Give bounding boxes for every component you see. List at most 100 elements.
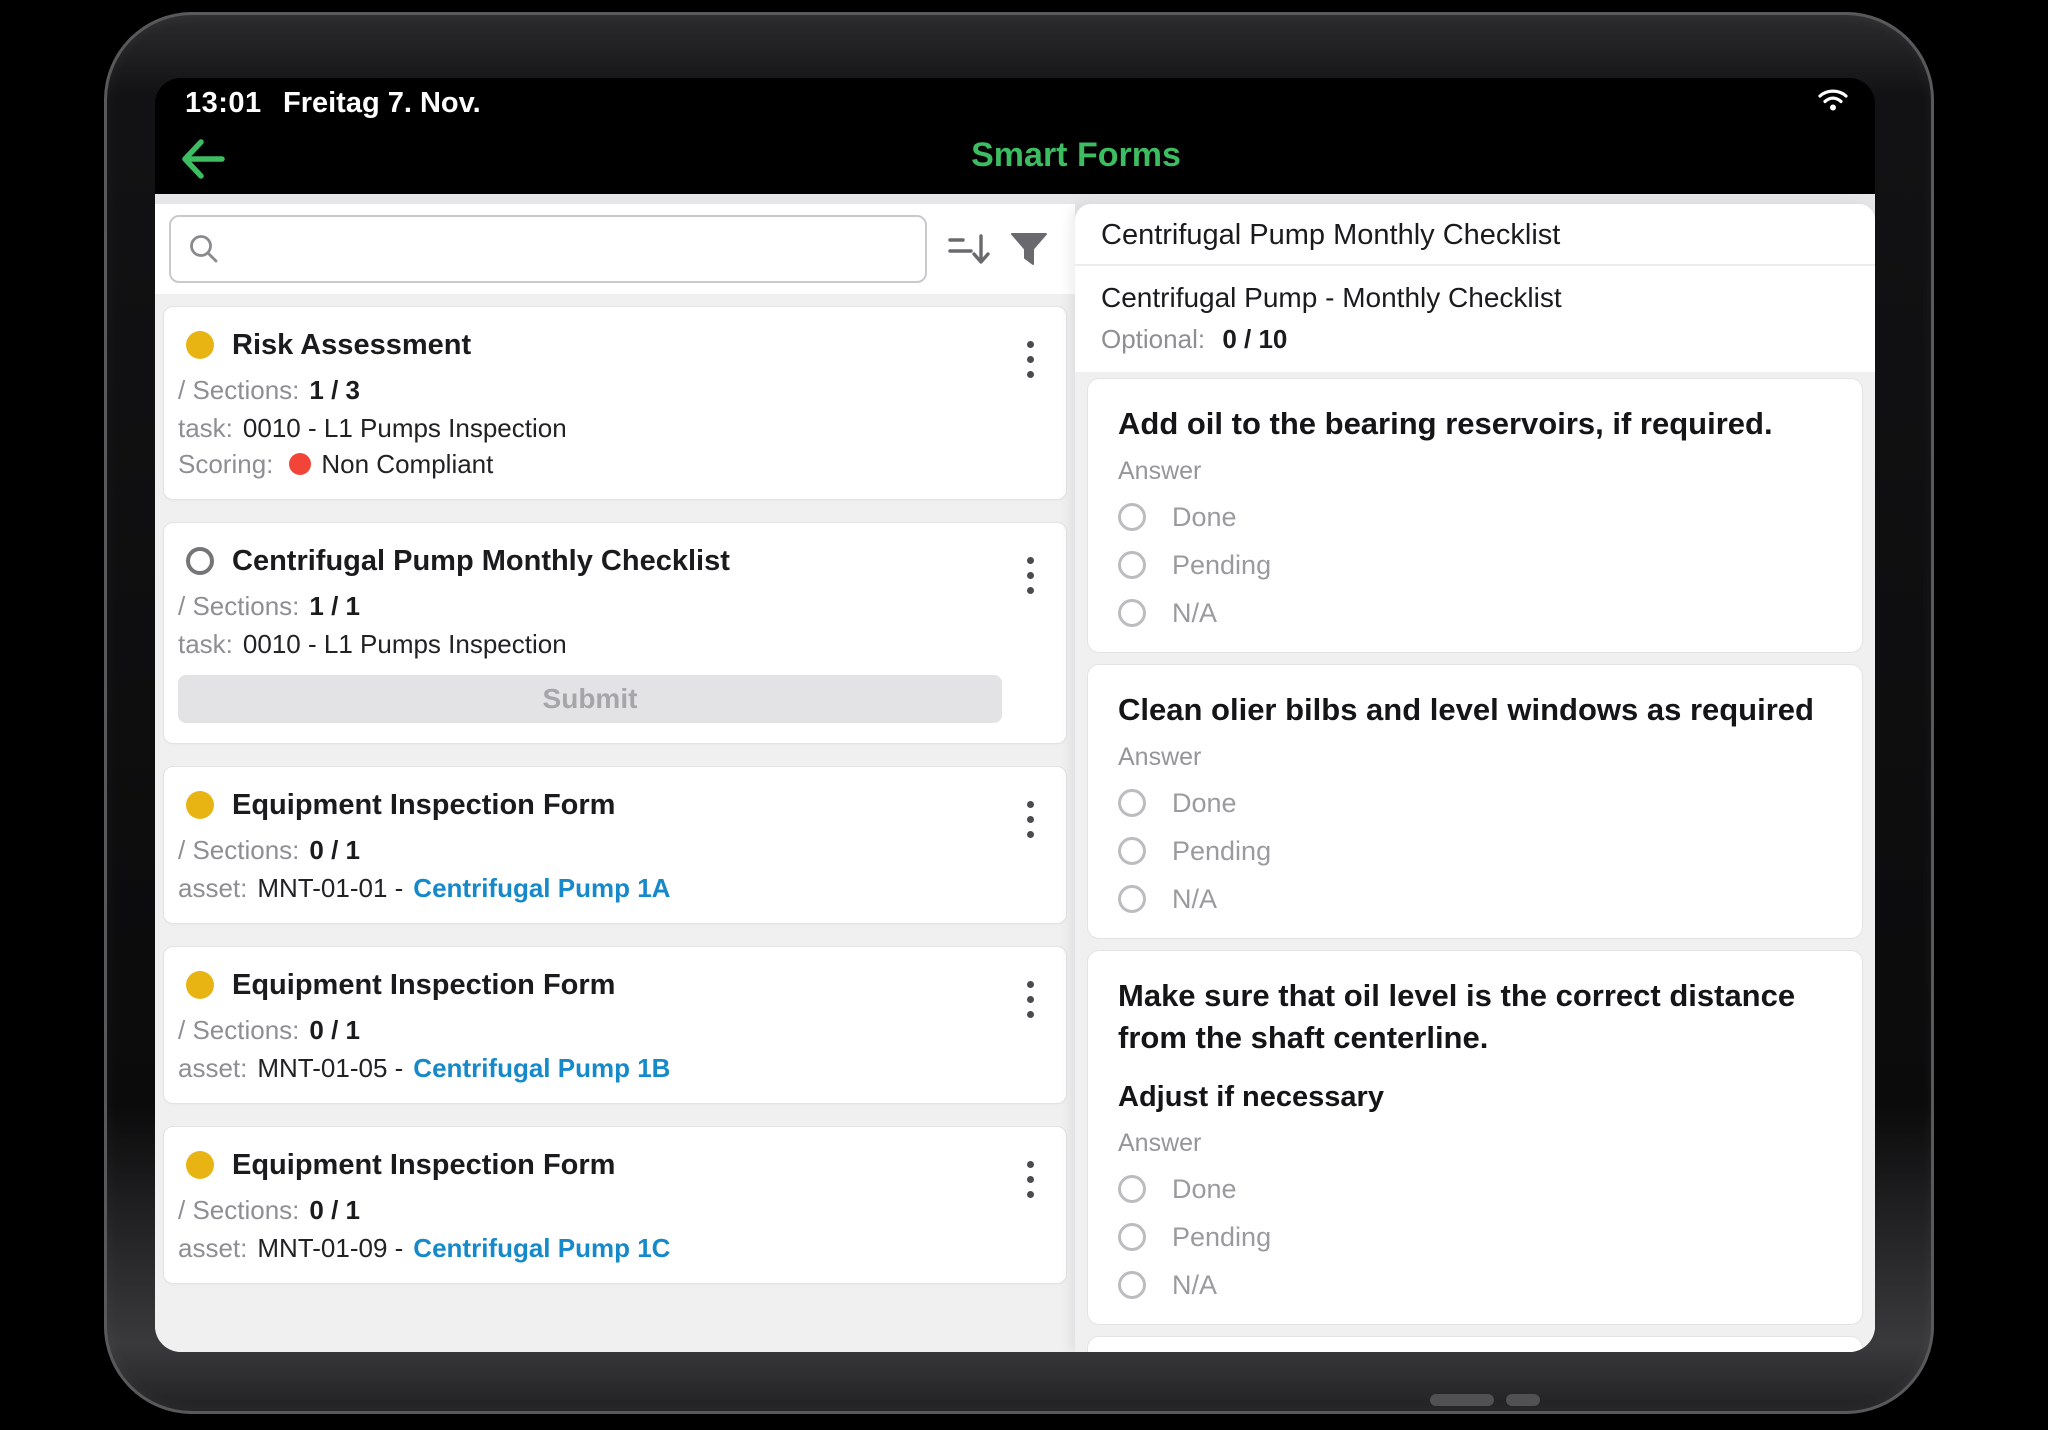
form-card-header: Equipment Inspection Form [178, 787, 1002, 823]
search-toolbar [155, 204, 1075, 294]
radio-option-done[interactable]: Done [1118, 786, 1832, 820]
radio-circle-icon[interactable] [1118, 1223, 1146, 1251]
radio-circle-icon[interactable] [1118, 599, 1146, 627]
question-title: Clean olier bilbs and level windows as r… [1118, 689, 1832, 731]
form-title: Risk Assessment [232, 329, 471, 362]
kebab-menu-button[interactable] [1012, 547, 1048, 603]
radio-circle-icon[interactable] [1118, 503, 1146, 531]
radio-option-pending[interactable]: Pending [1118, 548, 1832, 582]
radio-option-label: Pending [1172, 550, 1271, 581]
arrow-left-icon [177, 136, 229, 182]
radio-option-label: Done [1172, 788, 1237, 819]
task-label: task: [178, 629, 233, 659]
back-button[interactable] [177, 136, 229, 182]
wifi-icon [1817, 88, 1849, 117]
outline-status-circle [186, 547, 214, 575]
red-status-dot [289, 453, 311, 475]
radio-option-done[interactable]: Done [1118, 1172, 1832, 1206]
radio-option-label: N/A [1172, 884, 1217, 915]
answer-label: Answer [1118, 743, 1832, 772]
forms-list-panel: Risk Assessment / Sections: 1 / 3 task: … [155, 194, 1075, 1352]
yellow-status-dot [186, 971, 214, 999]
kebab-menu-button[interactable] [1012, 791, 1048, 847]
radio-option-na[interactable]: N/A [1118, 882, 1832, 916]
radio-option-pending[interactable]: Pending [1118, 1220, 1832, 1254]
kebab-menu-button[interactable] [1012, 331, 1048, 387]
question-card: Add oil to the bearing reservoirs, if re… [1087, 378, 1863, 653]
radio-option-pending[interactable]: Pending [1118, 834, 1832, 868]
asset-link[interactable]: Centrifugal Pump 1A [413, 873, 670, 903]
sections-label: / Sections: [178, 1015, 299, 1045]
form-detail-panel: Centrifugal Pump Monthly Checklist Centr… [1075, 204, 1875, 1352]
radio-circle-icon[interactable] [1118, 1175, 1146, 1203]
answer-label: Answer [1118, 457, 1832, 486]
radio-circle-icon[interactable] [1118, 837, 1146, 865]
forms-list: Risk Assessment / Sections: 1 / 3 task: … [155, 294, 1075, 1352]
question-subtitle: Adjust if necessary [1118, 1077, 1832, 1117]
task-value: 0010 - L1 Pumps Inspection [243, 413, 567, 443]
kebab-menu-button[interactable] [1012, 1151, 1048, 1207]
filter-button[interactable] [1001, 221, 1057, 277]
sort-descending-icon [946, 230, 992, 268]
frame-connector-tab [1506, 1394, 1540, 1406]
radio-option-na[interactable]: N/A [1118, 596, 1832, 630]
radio-option-na[interactable]: N/A [1118, 1268, 1832, 1302]
asset-label: asset: [178, 1053, 247, 1083]
form-card-equipment-inspection-1b[interactable]: Equipment Inspection Form / Sections: 0 … [163, 946, 1067, 1104]
submit-button[interactable]: Submit [178, 675, 1002, 723]
question-title: Make sure that oil level is the correct … [1118, 975, 1832, 1059]
nav-bar: Smart Forms [155, 122, 1875, 194]
sections-row: / Sections: 1 / 1 [178, 591, 1002, 621]
sort-button[interactable] [941, 221, 997, 277]
sections-row: / Sections: 0 / 1 [178, 1015, 1002, 1045]
yellow-status-dot [186, 331, 214, 359]
asset-code: MNT-01-09 - [257, 1233, 403, 1263]
sections-value: 1 / 1 [309, 591, 360, 621]
form-card-centrifugal-pump-checklist[interactable]: Centrifugal Pump Monthly Checklist / Sec… [163, 522, 1067, 744]
radio-option-label: Pending [1172, 836, 1271, 867]
sections-label: / Sections: [178, 375, 299, 405]
radio-option-label: N/A [1172, 1270, 1217, 1301]
radio-circle-icon[interactable] [1118, 789, 1146, 817]
sections-label: / Sections: [178, 591, 299, 621]
asset-row: asset: MNT-01-09 - Centrifugal Pump 1C [178, 1233, 1002, 1263]
radio-option-done[interactable]: Done [1118, 500, 1832, 534]
asset-link[interactable]: Centrifugal Pump 1B [413, 1053, 670, 1083]
asset-row: asset: MNT-01-05 - Centrifugal Pump 1B [178, 1053, 1002, 1083]
sections-row: / Sections: 0 / 1 [178, 1195, 1002, 1225]
radio-option-label: Pending [1172, 1222, 1271, 1253]
yellow-status-dot [186, 1151, 214, 1179]
radio-circle-icon[interactable] [1118, 885, 1146, 913]
funnel-icon [1009, 231, 1049, 267]
scoring-row: Scoring: Non Compliant [178, 449, 1002, 479]
sections-row: / Sections: 0 / 1 [178, 835, 1002, 865]
question-card: Clean olier bilbs and level windows as r… [1087, 664, 1863, 939]
task-label: task: [178, 413, 233, 443]
form-card-header: Risk Assessment [178, 327, 1002, 363]
question-card: Make sure that oil level is the correct … [1087, 950, 1863, 1325]
app-content: Risk Assessment / Sections: 1 / 3 task: … [155, 194, 1875, 1352]
asset-code: MNT-01-01 - [257, 873, 403, 903]
asset-code: MNT-01-05 - [257, 1053, 403, 1083]
form-title: Equipment Inspection Form [232, 789, 615, 822]
radio-option-label: Done [1172, 502, 1237, 533]
status-date: Freitag 7. Nov. [283, 87, 481, 120]
form-title: Equipment Inspection Form [232, 969, 615, 1002]
radio-circle-icon[interactable] [1118, 551, 1146, 579]
radio-circle-icon[interactable] [1118, 1271, 1146, 1299]
asset-label: asset: [178, 1233, 247, 1263]
sections-value: 1 / 3 [309, 375, 360, 405]
search-box[interactable] [169, 215, 927, 283]
form-card-equipment-inspection-1a[interactable]: Equipment Inspection Form / Sections: 0 … [163, 766, 1067, 924]
kebab-menu-button[interactable] [1012, 971, 1048, 1027]
asset-link[interactable]: Centrifugal Pump 1C [413, 1233, 670, 1263]
status-bar: 13:01 Freitag 7. Nov. [155, 78, 1875, 122]
form-card-risk-assessment[interactable]: Risk Assessment / Sections: 1 / 3 task: … [163, 306, 1067, 500]
sections-value: 0 / 1 [309, 1195, 360, 1225]
form-card-equipment-inspection-1c[interactable]: Equipment Inspection Form / Sections: 0 … [163, 1126, 1067, 1284]
optional-label: Optional: [1101, 324, 1205, 354]
sections-value: 0 / 1 [309, 835, 360, 865]
answer-label: Answer [1118, 1129, 1832, 1158]
search-input[interactable] [235, 219, 911, 279]
optional-progress: Optional: 0 / 10 [1101, 324, 1849, 354]
